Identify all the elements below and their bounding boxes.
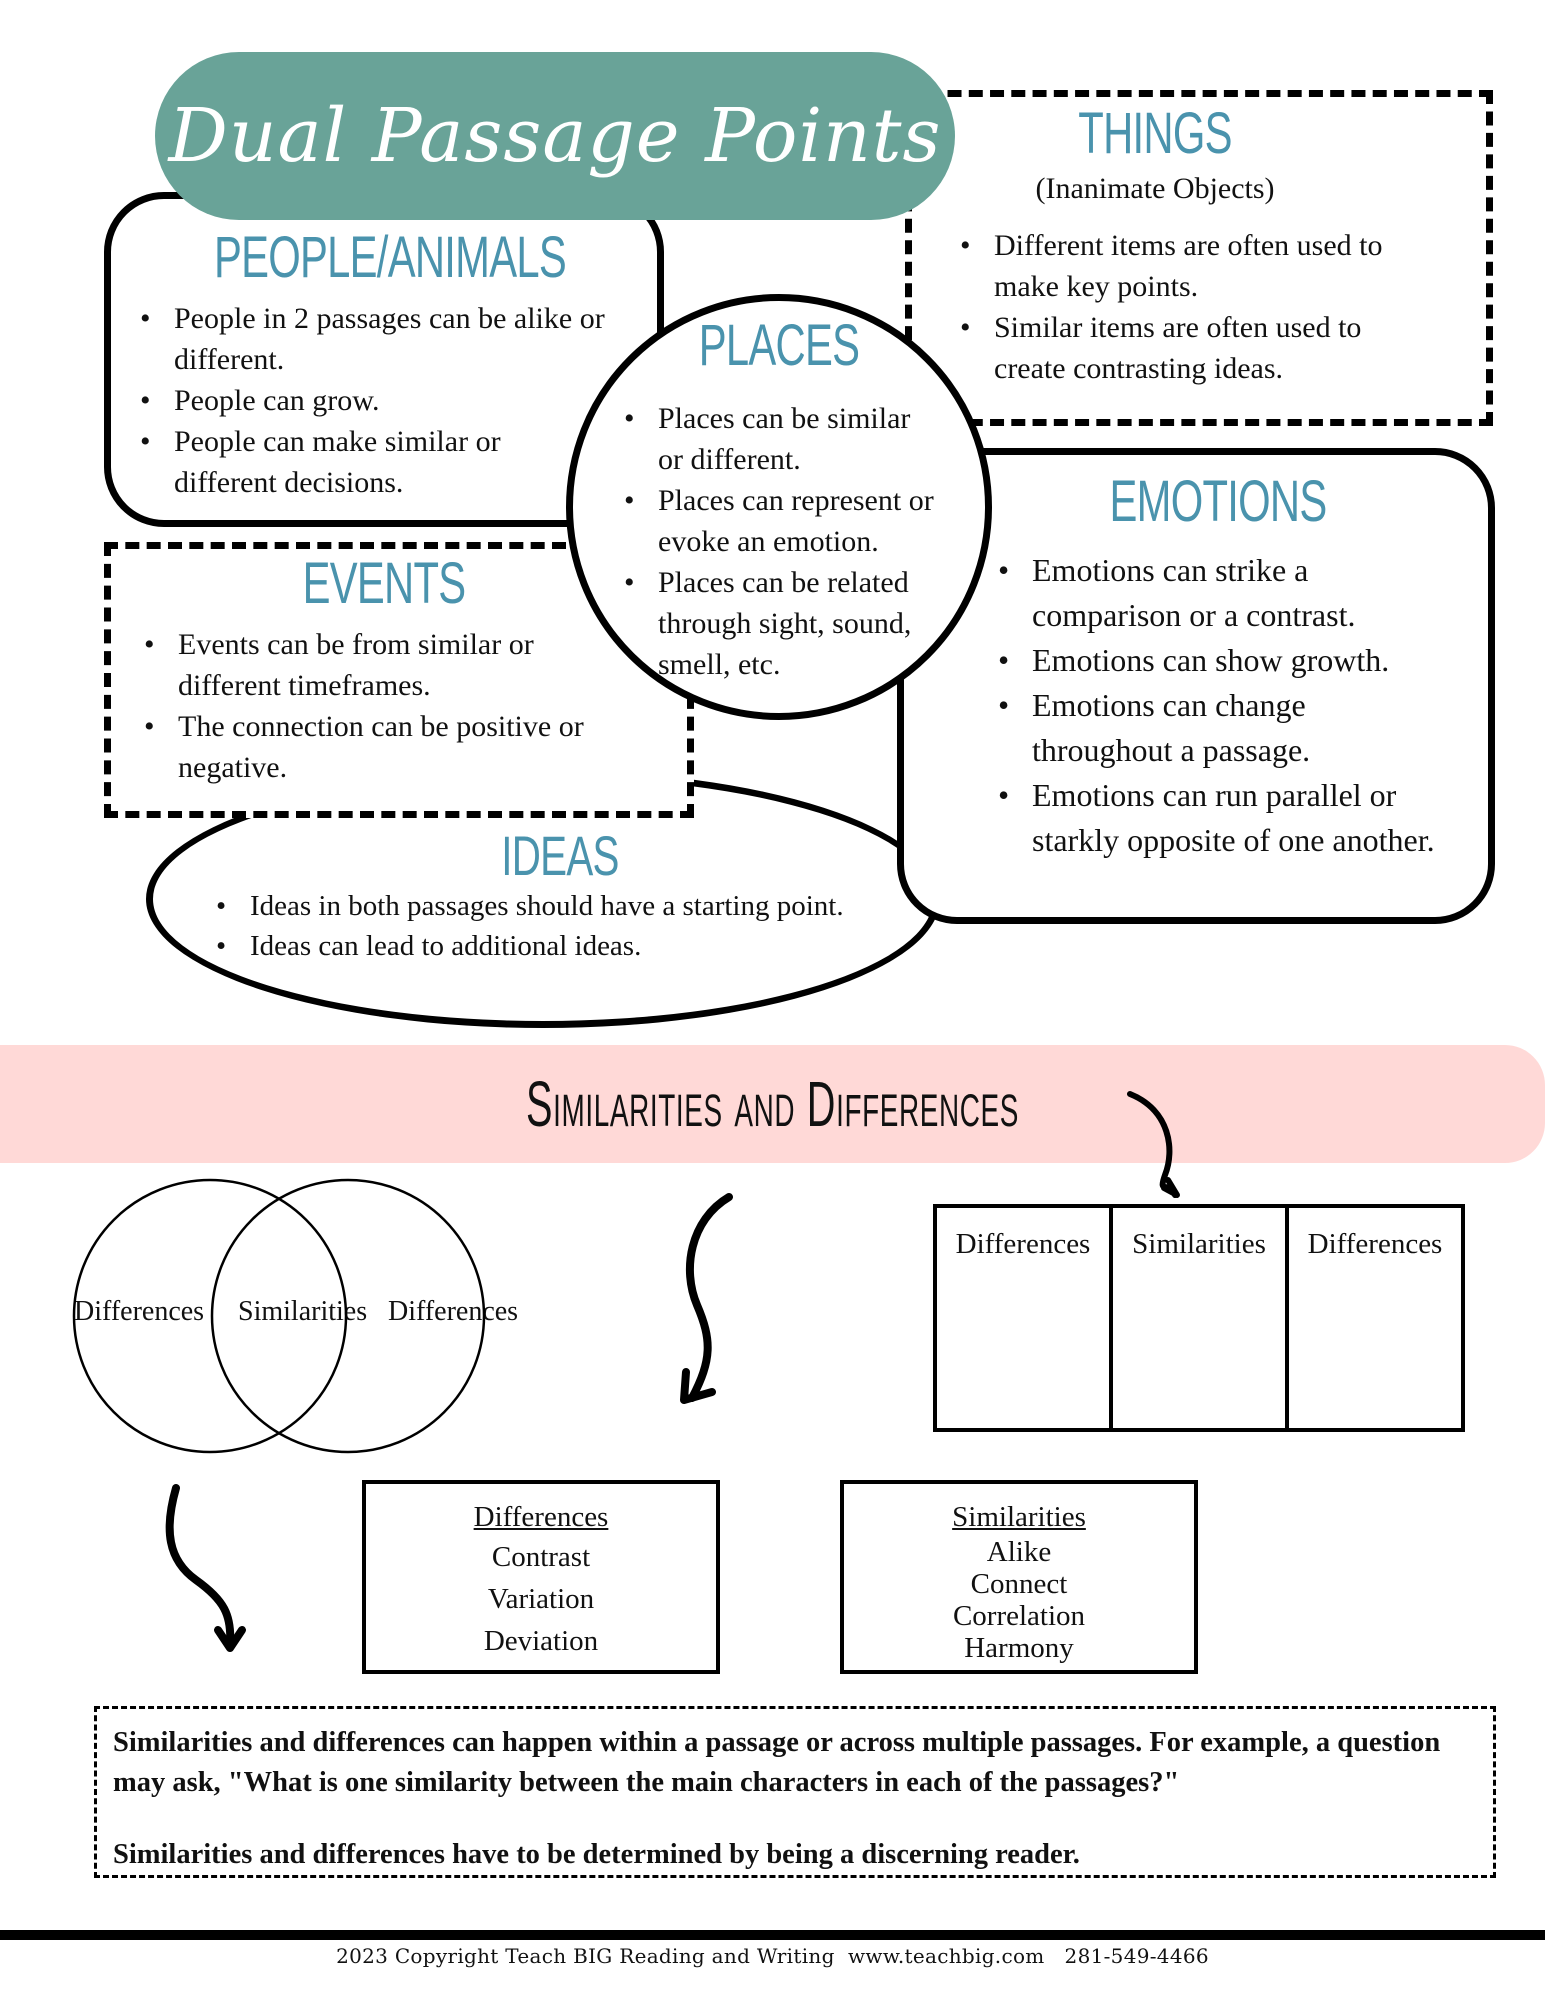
things-heading: THINGS: [1078, 101, 1232, 166]
page-title: Dual Passage Points: [168, 93, 942, 179]
differences-box-title: Differences: [473, 1501, 609, 1533]
arrow-icon: [680, 1193, 733, 1404]
table-column-header: Similarities: [1113, 1208, 1289, 1428]
arrow-icon: [165, 1484, 246, 1652]
things-list: Different items are often used to make k…: [960, 225, 1400, 389]
word-item: Harmony: [964, 1632, 1074, 1664]
things-content: THINGS (Inanimate Objects) Different ite…: [960, 104, 1480, 389]
list-item: Events can be from similar or different …: [144, 624, 598, 706]
emotions-heading: EMOTIONS: [1109, 469, 1328, 534]
people-heading: PEOPLE/ANIMALS: [214, 225, 567, 290]
table-column-header: Differences: [937, 1208, 1113, 1428]
places-content: PLACES Places can be similar or differen…: [624, 316, 954, 685]
emotions-list: Emotions can strike a comparison or a co…: [998, 548, 1438, 863]
note-paragraph: Similarities and differences can happen …: [113, 1727, 1441, 1798]
list-item: Places can represent or evoke an emotion…: [624, 480, 934, 562]
section-title: Similarities and Differences: [526, 1068, 1019, 1140]
ideas-content: IDEAS Ideas in both passages should have…: [180, 824, 920, 967]
list-item: Places can be similar or different.: [624, 398, 934, 480]
emotions-content: EMOTIONS Emotions can strike a compariso…: [998, 470, 1468, 863]
table-column-header: Differences: [1307, 1228, 1443, 1260]
list-item: People in 2 passages can be alike or dif…: [140, 298, 640, 380]
list-item: Emotions can change throughout a passage…: [998, 683, 1362, 773]
comparison-table: Differences Similarities Differences: [933, 1204, 1465, 1432]
people-content: PEOPLE/ANIMALS People in 2 passages can …: [140, 226, 640, 503]
footer-text: 2023 Copyright Teach BIG Reading and Wri…: [336, 1944, 1209, 1968]
word-item: Variation: [487, 1583, 595, 1615]
footer-divider: [0, 1930, 1545, 1940]
list-item: People can make similar or different dec…: [140, 421, 514, 503]
places-list: Places can be similar or different. Plac…: [624, 398, 934, 685]
word-item: Deviation: [483, 1625, 599, 1657]
events-heading: EVENTS: [302, 551, 466, 616]
venn-label-left: Differences: [74, 1296, 205, 1327]
title-banner: Dual Passage Points: [155, 52, 955, 220]
list-item: Similar items are often used to create c…: [960, 307, 1400, 389]
people-list: People in 2 passages can be alike or dif…: [140, 298, 640, 503]
list-item: Emotions can strike a comparison or a co…: [998, 548, 1438, 638]
word-item: Connect: [970, 1568, 1068, 1600]
places-heading: PLACES: [698, 313, 860, 378]
differences-box: Differences Contrast Variation Deviation: [362, 1480, 720, 1674]
events-content: EVENTS Events can be from similar or dif…: [144, 552, 684, 788]
venn-label-center: Similarities: [238, 1296, 368, 1327]
list-item: Ideas can lead to additional ideas.: [216, 926, 920, 966]
venn-label-right: Differences: [388, 1296, 519, 1327]
list-item: Different items are often used to make k…: [960, 225, 1400, 307]
list-item: People can grow.: [140, 380, 640, 421]
list-item: Emotions can show growth.: [998, 638, 1438, 683]
note-box: Similarities and differences can happen …: [94, 1706, 1496, 1878]
word-item: Correlation: [952, 1600, 1086, 1632]
similarities-box-title: Similarities: [952, 1501, 1086, 1533]
list-item: Ideas in both passages should have a sta…: [216, 886, 920, 926]
word-item: Alike: [986, 1536, 1052, 1568]
note-paragraph: Similarities and differences have to be …: [113, 1839, 1080, 1870]
ideas-heading: IDEAS: [501, 824, 619, 887]
similarities-box: Similarities Alike Connect Correlation H…: [840, 1480, 1198, 1674]
ideas-list: Ideas in both passages should have a sta…: [216, 886, 920, 966]
events-list: Events can be from similar or different …: [144, 624, 644, 788]
section-banner: Similarities and Differences: [0, 1045, 1545, 1163]
list-item: Emotions can run parallel or starkly opp…: [998, 773, 1438, 863]
list-item: The connection can be positive or negati…: [144, 706, 644, 788]
list-item: Places can be related through sight, sou…: [624, 562, 934, 685]
word-item: Contrast: [491, 1541, 591, 1573]
